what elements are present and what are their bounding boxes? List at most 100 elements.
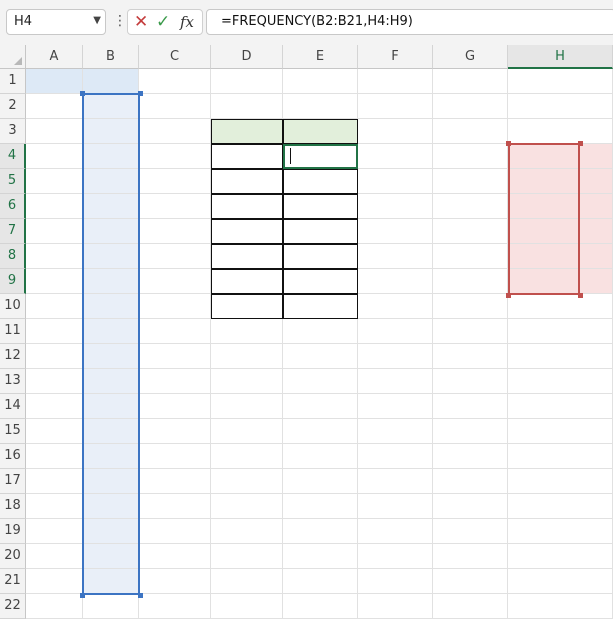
no-cell[interactable] bbox=[26, 544, 83, 569]
cell[interactable] bbox=[358, 244, 433, 269]
cell[interactable] bbox=[283, 519, 358, 544]
cell[interactable] bbox=[283, 544, 358, 569]
cell[interactable] bbox=[139, 294, 211, 319]
column-header-a[interactable]: A bbox=[26, 45, 83, 69]
cell[interactable] bbox=[508, 394, 613, 419]
cell[interactable] bbox=[211, 419, 283, 444]
cell[interactable] bbox=[283, 369, 358, 394]
count-cell[interactable] bbox=[283, 194, 358, 219]
cell[interactable] bbox=[211, 94, 283, 119]
cell[interactable] bbox=[433, 594, 508, 619]
no-cell[interactable] bbox=[26, 469, 83, 494]
row-header-6[interactable]: 6 bbox=[0, 194, 26, 219]
cell[interactable] bbox=[508, 494, 613, 519]
cell[interactable] bbox=[433, 244, 508, 269]
cell[interactable] bbox=[139, 544, 211, 569]
cell[interactable] bbox=[508, 69, 613, 94]
no-cell[interactable] bbox=[26, 319, 83, 344]
column-header-b[interactable]: B bbox=[83, 45, 139, 69]
upper-limit-cell[interactable] bbox=[508, 194, 613, 219]
cell[interactable] bbox=[211, 594, 283, 619]
no-cell[interactable] bbox=[26, 119, 83, 144]
cell[interactable] bbox=[283, 69, 358, 94]
cell[interactable] bbox=[433, 344, 508, 369]
formula-input[interactable]: =FREQUENCY(B2:B21,H4:H9) bbox=[206, 9, 613, 35]
row-header-9[interactable]: 9 bbox=[0, 269, 26, 294]
cell[interactable] bbox=[358, 444, 433, 469]
cell[interactable] bbox=[358, 394, 433, 419]
column-header-d[interactable]: D bbox=[211, 45, 283, 69]
cell[interactable] bbox=[508, 544, 613, 569]
upper-limit-cell[interactable] bbox=[508, 144, 613, 169]
cell[interactable] bbox=[358, 544, 433, 569]
row-header-20[interactable]: 20 bbox=[0, 544, 26, 569]
cell[interactable] bbox=[358, 469, 433, 494]
chevron-down-icon[interactable]: ▼ bbox=[93, 15, 101, 26]
cell[interactable] bbox=[433, 94, 508, 119]
cell[interactable] bbox=[139, 369, 211, 394]
cell[interactable] bbox=[139, 319, 211, 344]
cell[interactable] bbox=[139, 69, 211, 94]
cell[interactable] bbox=[508, 519, 613, 544]
row-header-12[interactable]: 12 bbox=[0, 344, 26, 369]
row-header-18[interactable]: 18 bbox=[0, 494, 26, 519]
age-cell[interactable] bbox=[83, 219, 139, 244]
age-cell[interactable] bbox=[83, 369, 139, 394]
cell[interactable] bbox=[358, 594, 433, 619]
cell[interactable] bbox=[508, 294, 613, 319]
no-cell[interactable] bbox=[26, 244, 83, 269]
no-cell[interactable] bbox=[26, 569, 83, 594]
row-header-8[interactable]: 8 bbox=[0, 244, 26, 269]
no-cell[interactable] bbox=[26, 344, 83, 369]
age-cell[interactable] bbox=[83, 144, 139, 169]
cell[interactable] bbox=[139, 219, 211, 244]
no-header[interactable] bbox=[26, 69, 83, 94]
cell[interactable] bbox=[433, 319, 508, 344]
cell[interactable] bbox=[433, 219, 508, 244]
cell[interactable] bbox=[508, 569, 613, 594]
cell[interactable] bbox=[433, 569, 508, 594]
cell[interactable] bbox=[358, 319, 433, 344]
cell[interactable] bbox=[211, 444, 283, 469]
no-cell[interactable] bbox=[26, 194, 83, 219]
no-cell[interactable] bbox=[26, 169, 83, 194]
column-header-g[interactable]: G bbox=[433, 45, 508, 69]
no-cell[interactable] bbox=[26, 394, 83, 419]
resize-handle[interactable] bbox=[506, 141, 511, 146]
age-cell[interactable] bbox=[83, 169, 139, 194]
cell[interactable] bbox=[508, 369, 613, 394]
age-group-cell[interactable] bbox=[211, 269, 283, 294]
count-cell[interactable] bbox=[283, 169, 358, 194]
count-cell[interactable] bbox=[283, 269, 358, 294]
name-box[interactable]: H4 ▼ bbox=[6, 9, 106, 35]
cell[interactable] bbox=[211, 569, 283, 594]
row-header-17[interactable]: 17 bbox=[0, 469, 26, 494]
row-header-11[interactable]: 11 bbox=[0, 319, 26, 344]
row-header-16[interactable]: 16 bbox=[0, 444, 26, 469]
row-header-22[interactable]: 22 bbox=[0, 594, 26, 619]
age-group-cell[interactable] bbox=[211, 144, 283, 169]
select-all-corner[interactable] bbox=[0, 45, 26, 69]
cancel-icon[interactable]: ✕ bbox=[134, 13, 148, 31]
age-cell[interactable] bbox=[83, 469, 139, 494]
age-cell[interactable] bbox=[83, 194, 139, 219]
row-header-21[interactable]: 21 bbox=[0, 569, 26, 594]
column-header-e[interactable]: E bbox=[283, 45, 358, 69]
cell[interactable] bbox=[508, 419, 613, 444]
cell[interactable] bbox=[358, 194, 433, 219]
cell[interactable] bbox=[211, 344, 283, 369]
cell[interactable] bbox=[433, 119, 508, 144]
age-group-cell[interactable] bbox=[211, 194, 283, 219]
cell[interactable] bbox=[139, 94, 211, 119]
cell[interactable] bbox=[358, 269, 433, 294]
no-cell[interactable] bbox=[26, 219, 83, 244]
no-cell[interactable] bbox=[26, 294, 83, 319]
cell[interactable] bbox=[358, 369, 433, 394]
row-header-3[interactable]: 3 bbox=[0, 119, 26, 144]
cell[interactable] bbox=[358, 344, 433, 369]
no-cell[interactable] bbox=[26, 494, 83, 519]
column-header-f[interactable]: F bbox=[358, 45, 433, 69]
cell[interactable] bbox=[358, 94, 433, 119]
row-header-10[interactable]: 10 bbox=[0, 294, 26, 319]
age-cell[interactable] bbox=[83, 269, 139, 294]
